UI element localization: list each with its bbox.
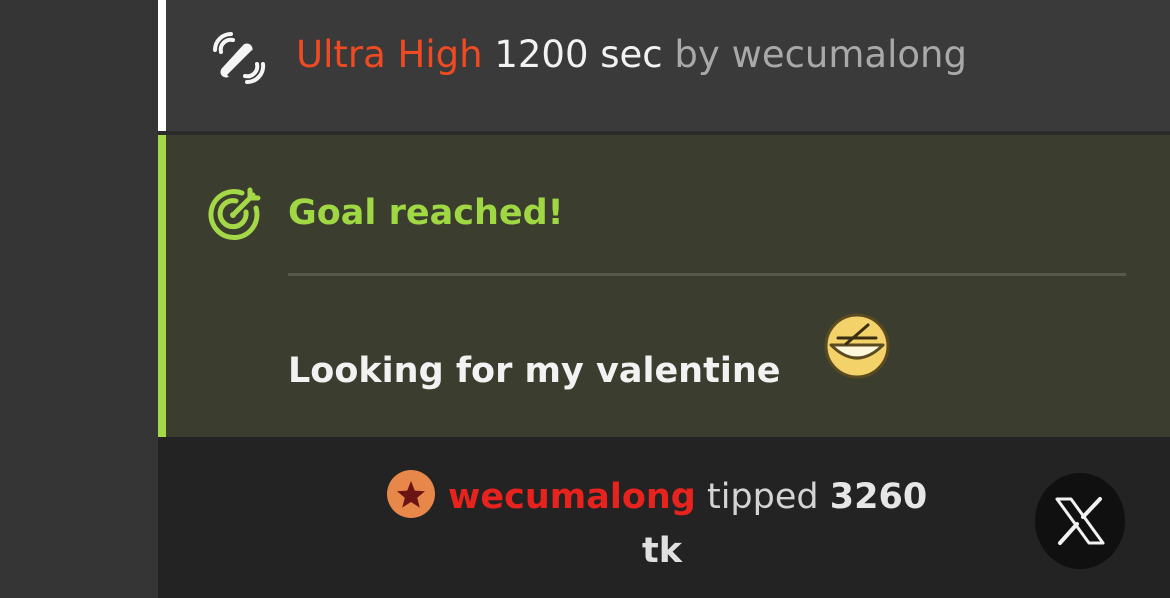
vibe-text: Ultra High 1200 sec by wecumalong bbox=[296, 30, 967, 80]
vibe-by-label: by bbox=[674, 33, 720, 76]
vibe-notification: Ultra High 1200 sec by wecumalong bbox=[158, 0, 1170, 131]
tip-line: wecumalong tipped 3260 bbox=[386, 470, 928, 523]
vibe-duration: 1200 sec bbox=[494, 33, 663, 76]
tip-amount: 3260 bbox=[829, 477, 928, 517]
vibrate-icon bbox=[213, 32, 266, 85]
vibe-user[interactable]: wecumalong bbox=[732, 33, 967, 76]
goal-notification: Goal reached! Looking for my valentine bbox=[158, 135, 1170, 437]
x-logo-icon bbox=[1055, 497, 1105, 545]
goal-title: Goal reached! bbox=[288, 193, 564, 233]
goal-divider bbox=[288, 273, 1126, 276]
vibe-level: Ultra High bbox=[296, 33, 483, 76]
star-badge-icon bbox=[387, 470, 435, 518]
left-gutter bbox=[0, 0, 158, 598]
tip-unit: tk bbox=[641, 531, 682, 571]
tip-notification: wecumalong tipped 3260 tk bbox=[158, 437, 1170, 598]
chat-panel: Ultra High 1200 sec by wecumalong Goal r… bbox=[158, 0, 1170, 598]
shy-face-emoji bbox=[824, 313, 890, 379]
x-share-button[interactable] bbox=[1035, 473, 1125, 569]
target-icon bbox=[208, 187, 261, 241]
tip-unit-line: tk bbox=[158, 527, 1170, 575]
tip-verb: tipped bbox=[706, 477, 819, 517]
tipper-username[interactable]: wecumalong bbox=[448, 477, 696, 517]
goal-subject: Looking for my valentine bbox=[288, 351, 781, 391]
